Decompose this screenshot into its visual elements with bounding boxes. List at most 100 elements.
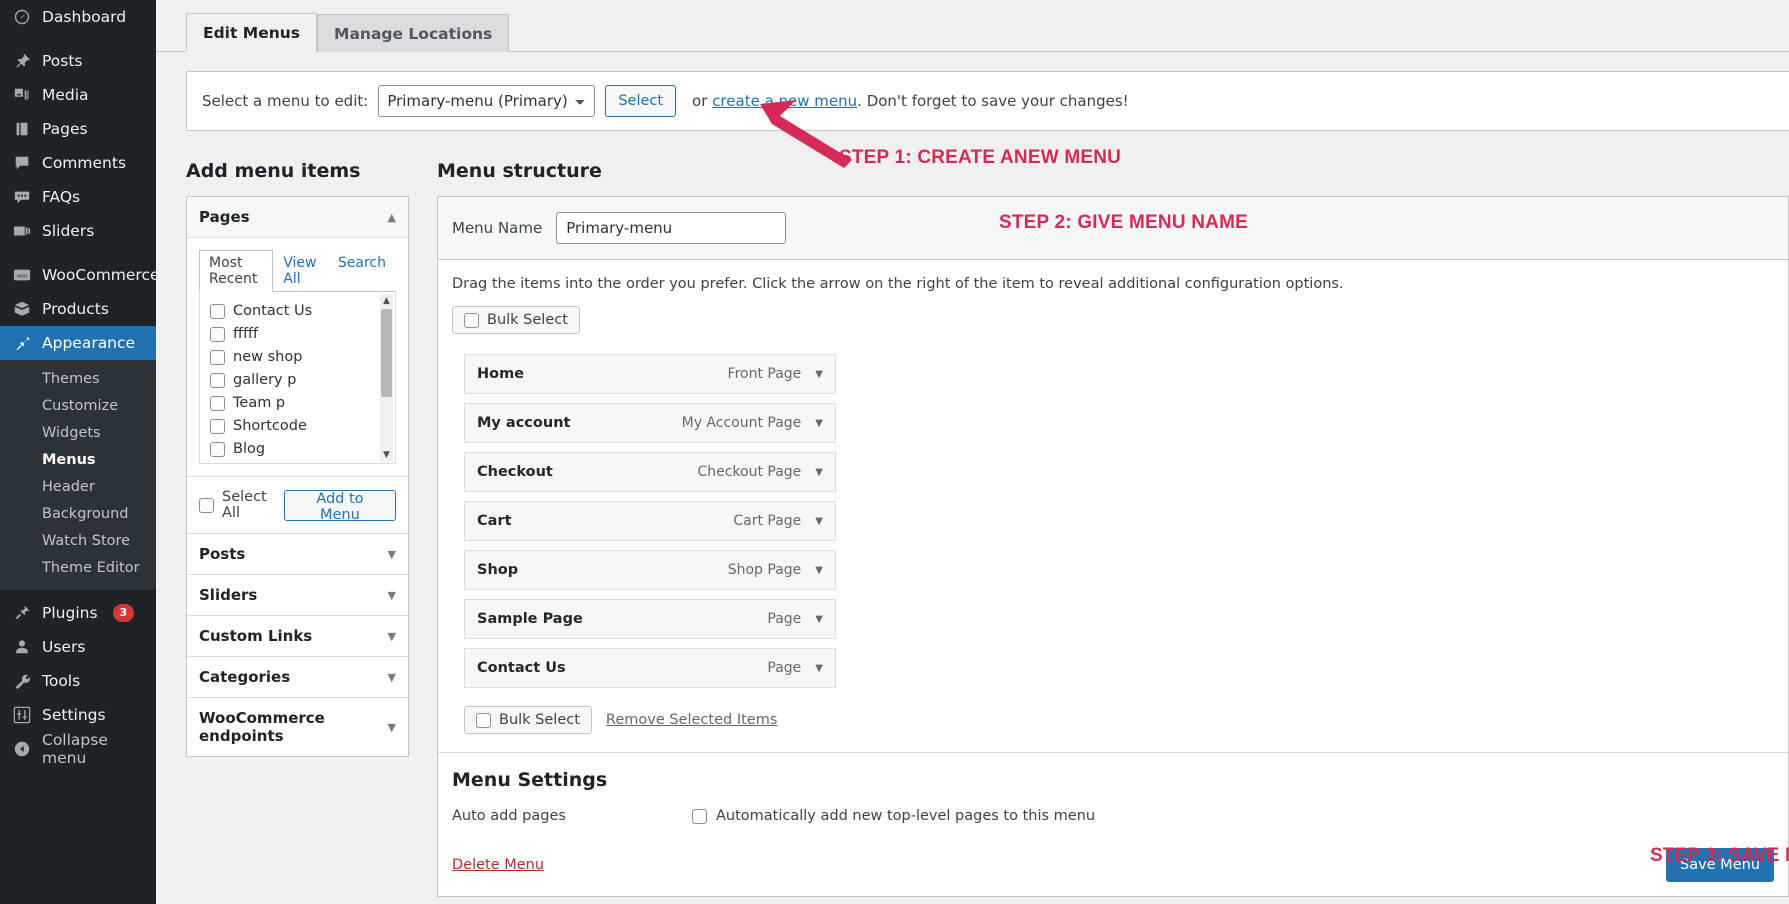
add-menu-items-title: Add menu items [186, 160, 361, 182]
bulk-select-top[interactable]: Bulk Select [452, 306, 580, 334]
sidebar-item-appearance[interactable]: Appearance [0, 326, 156, 360]
sidebar-item-sliders[interactable]: Sliders [0, 214, 156, 248]
sidebar-item-products[interactable]: Products [0, 292, 156, 326]
checkbox[interactable] [210, 373, 225, 388]
checkbox[interactable] [210, 442, 225, 457]
sidebar-item-header[interactable]: Header [0, 474, 156, 501]
accordion-header-woocommerce-endpoints[interactable]: WooCommerce endpoints ▼ [187, 698, 408, 756]
subtab-view-all[interactable]: View All [273, 250, 328, 292]
sidebar-item-themes[interactable]: Themes [0, 366, 156, 393]
sidebar-item-media[interactable]: Media [0, 78, 156, 112]
menu-items-footer: Bulk Select Remove Selected Items [464, 706, 1774, 752]
wrench-icon [12, 671, 32, 691]
sidebar-item-plugins[interactable]: Plugins 3 [0, 596, 156, 630]
table-row[interactable]: Checkout Checkout Page ▼ [464, 452, 836, 492]
list-item[interactable]: Contact Us [210, 300, 395, 323]
auto-add-pages-value[interactable]: Automatically add new top-level pages to… [692, 808, 1095, 824]
sidebar-item-customize[interactable]: Customize [0, 393, 156, 420]
accordion-header-categories[interactable]: Categories ▼ [187, 657, 408, 698]
sidebar-item-users[interactable]: Users [0, 630, 156, 664]
collapse-arrow-icon [12, 739, 32, 759]
wordpress-admin-screen: Dashboard Posts Media Pages Comments FAQ… [0, 0, 1789, 904]
sidebar-item-faqs[interactable]: FAQs [0, 180, 156, 214]
sidebar-item-pages[interactable]: Pages [0, 112, 156, 146]
subtab-most-recent[interactable]: Most Recent [199, 250, 274, 292]
table-row[interactable]: Shop Shop Page ▼ [464, 550, 836, 590]
list-item[interactable]: gallery p [210, 369, 395, 392]
list-item[interactable]: My account — My Account [210, 461, 395, 463]
checkbox[interactable] [210, 419, 225, 434]
page-label: Contact Us [233, 303, 313, 319]
bulk-select-checkbox[interactable] [476, 712, 491, 728]
sidebar-item-background[interactable]: Background [0, 501, 156, 528]
chevron-down-icon[interactable]: ▼ [815, 565, 823, 576]
delete-menu-link[interactable]: Delete Menu [452, 857, 544, 873]
tab-manage-locations[interactable]: Manage Locations [317, 14, 510, 52]
checkbox[interactable] [210, 327, 225, 342]
menu-item-meta: Cart Page ▼ [733, 513, 823, 529]
subtab-search[interactable]: Search [328, 250, 396, 292]
auto-add-pages-checkbox[interactable] [692, 808, 707, 824]
add-to-menu-button[interactable]: Add to Menu [283, 489, 396, 523]
bulk-select-checkbox[interactable] [464, 312, 479, 328]
settings-icon [12, 705, 32, 725]
menu-name-label: Menu Name [452, 219, 543, 237]
checkbox[interactable] [210, 396, 225, 411]
sidebar-item-menus[interactable]: Menus [0, 447, 156, 474]
sidebar-label: Pages [42, 120, 88, 138]
sidebar-item-dashboard[interactable]: Dashboard [0, 0, 156, 34]
table-row[interactable]: My account My Account Page ▼ [464, 403, 836, 443]
select-button[interactable]: Select [605, 85, 677, 117]
sidebar-item-posts[interactable]: Posts [0, 44, 156, 78]
scrollbar-thumb[interactable] [381, 309, 392, 397]
sidebar-item-watch-store[interactable]: Watch Store [0, 528, 156, 555]
tab-edit-menus[interactable]: Edit Menus [186, 13, 318, 52]
collapse-menu-button[interactable]: Collapse menu [0, 731, 156, 767]
scroll-up-icon[interactable]: ▲ [380, 294, 393, 308]
chevron-down-icon[interactable]: ▼ [815, 516, 823, 527]
pin-icon [12, 51, 32, 71]
chevron-down-icon[interactable]: ▼ [815, 614, 823, 625]
menu-item-name: Shop [477, 562, 519, 578]
sidebar-item-comments[interactable]: Comments [0, 146, 156, 180]
remove-selected-items-link[interactable]: Remove Selected Items [606, 712, 777, 728]
sidebar-item-settings[interactable]: Settings [0, 698, 156, 732]
table-row[interactable]: Cart Cart Page ▼ [464, 501, 836, 541]
accordion-header-posts[interactable]: Posts ▼ [187, 534, 408, 575]
select-all-checkbox[interactable] [199, 497, 214, 513]
select-all-wrapper[interactable]: Select All [199, 489, 284, 521]
list-item[interactable]: Team p [210, 392, 395, 415]
accordion-header-sliders[interactable]: Sliders ▼ [187, 575, 408, 616]
scroll-down-icon[interactable]: ▼ [380, 448, 393, 462]
sidebar-item-tools[interactable]: Tools [0, 664, 156, 698]
page-label: fffff [233, 326, 259, 342]
menu-select-dropdown[interactable]: Primary-menu (Primary) [378, 85, 596, 117]
sidebar-item-woocommerce[interactable]: woo WooCommerce [0, 258, 160, 292]
bulk-select-bottom[interactable]: Bulk Select [464, 706, 592, 734]
table-row[interactable]: Sample Page Page ▼ [464, 599, 836, 639]
appearance-icon [12, 333, 32, 353]
checkbox[interactable] [210, 304, 225, 319]
pages-list-scrollbar[interactable]: ▲ ▼ [380, 294, 393, 462]
table-row[interactable]: Contact Us Page ▼ [464, 648, 836, 688]
sidebar-item-widgets[interactable]: Widgets [0, 420, 156, 447]
sidebar-label: Appearance [42, 334, 136, 352]
chevron-down-icon[interactable]: ▼ [815, 663, 823, 674]
sidebar-item-theme-editor[interactable]: Theme Editor [0, 555, 156, 582]
sidebar-label: Dashboard [42, 8, 127, 26]
menu-item-meta: Page ▼ [767, 611, 823, 627]
list-item[interactable]: fffff [210, 323, 395, 346]
list-item[interactable]: Shortcode [210, 415, 395, 438]
checkbox[interactable] [210, 350, 225, 365]
menu-item-name: Checkout [477, 464, 553, 480]
chevron-down-icon[interactable]: ▼ [815, 467, 823, 478]
list-item[interactable]: new shop [210, 346, 395, 369]
menu-name-input[interactable] [556, 212, 787, 244]
accordion-header-custom-links[interactable]: Custom Links ▼ [187, 616, 408, 657]
pages-panel-body: Most Recent View All Search Contact Us f… [187, 238, 408, 477]
list-item[interactable]: Blog [210, 438, 395, 461]
table-row[interactable]: Home Front Page ▼ [464, 354, 836, 394]
chevron-down-icon[interactable]: ▼ [815, 369, 823, 380]
chevron-down-icon[interactable]: ▼ [815, 418, 823, 429]
accordion-header-pages[interactable]: Pages ▲ [187, 197, 408, 238]
